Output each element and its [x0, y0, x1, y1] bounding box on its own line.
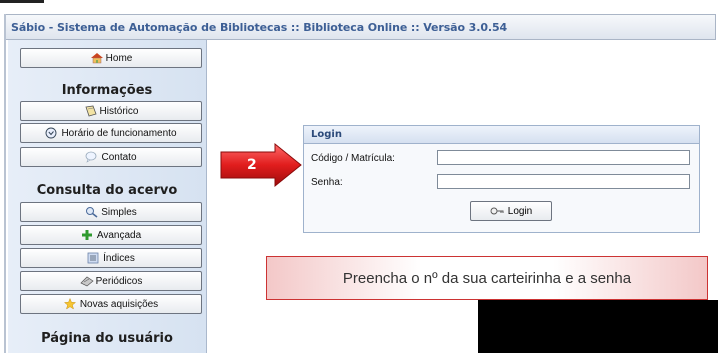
sidebar: Home Informações Histórico Horário de fu… [8, 40, 207, 353]
top-edge-line [0, 0, 44, 3]
step-number: 2 [247, 157, 257, 173]
sidebar-item-periodicos[interactable]: Periódicos [20, 271, 202, 291]
sidebar-item-label: Periódicos [95, 275, 143, 287]
login-button[interactable]: Login [470, 201, 552, 221]
sidebar-item-label: Contato [101, 151, 137, 163]
sidebar-item-avancada[interactable]: Avançada [20, 225, 202, 245]
clock-icon [45, 127, 57, 139]
frame-left-edge [4, 14, 6, 353]
key-icon [490, 205, 504, 217]
list-icon [87, 252, 99, 264]
app-title: Sábio - Sistema de Automação de Bibliote… [11, 21, 508, 34]
sidebar-item-label: Histórico [99, 105, 139, 117]
login-panel: Login Código / Matrícula: Senha: Login [303, 125, 700, 233]
app-title-bar: Sábio - Sistema de Automação de Bibliote… [4, 14, 716, 40]
sidebar-item-simples[interactable]: Simples [20, 202, 202, 222]
home-icon [90, 52, 103, 64]
section-heading-informacoes: Informações [61, 83, 153, 98]
magnifier-icon [85, 206, 98, 218]
sidebar-item-label: Avançada [96, 229, 142, 241]
sidebar-item-label: Novas aquisições [79, 298, 159, 310]
code-label: Código / Matrícula: [311, 153, 395, 164]
sidebar-item-historico[interactable]: Histórico [20, 101, 202, 121]
star-icon [63, 297, 76, 310]
instruction-text: Preencha o nº da sua carteirinha e a sen… [342, 269, 632, 287]
sidebar-item-contato[interactable]: Contato [20, 147, 202, 167]
black-overlay-region [478, 300, 718, 353]
book-icon [84, 105, 97, 117]
code-input[interactable] [437, 150, 690, 165]
step-arrow: 2 [219, 142, 303, 188]
sidebar-item-label: Horário de funcionamento [61, 127, 177, 139]
section-heading-consulta-acervo: Consulta do acervo [36, 183, 178, 198]
sidebar-item-label: Simples [101, 206, 137, 218]
section-heading-pagina-usuario: Página do usuário [41, 331, 173, 346]
instruction-banner: Preencha o nº da sua carteirinha e a sen… [266, 256, 708, 300]
login-panel-title: Login [304, 126, 699, 144]
password-input[interactable] [437, 174, 690, 189]
sidebar-item-label: Índices [103, 252, 135, 264]
sidebar-item-indices[interactable]: Índices [20, 248, 202, 268]
sidebar-item-novas-aquisicoes[interactable]: Novas aquisições [20, 294, 202, 314]
journal-icon [80, 275, 94, 287]
chat-icon [85, 151, 97, 163]
sidebar-item-horario[interactable]: Horário de funcionamento [20, 123, 202, 143]
home-button[interactable]: Home [20, 48, 202, 68]
browser-screenshot: Sábio - Sistema de Automação de Bibliote… [0, 0, 718, 353]
plus-icon [81, 229, 93, 241]
home-button-label: Home [105, 52, 133, 64]
login-button-label: Login [507, 205, 533, 217]
password-label: Senha: [311, 177, 343, 188]
